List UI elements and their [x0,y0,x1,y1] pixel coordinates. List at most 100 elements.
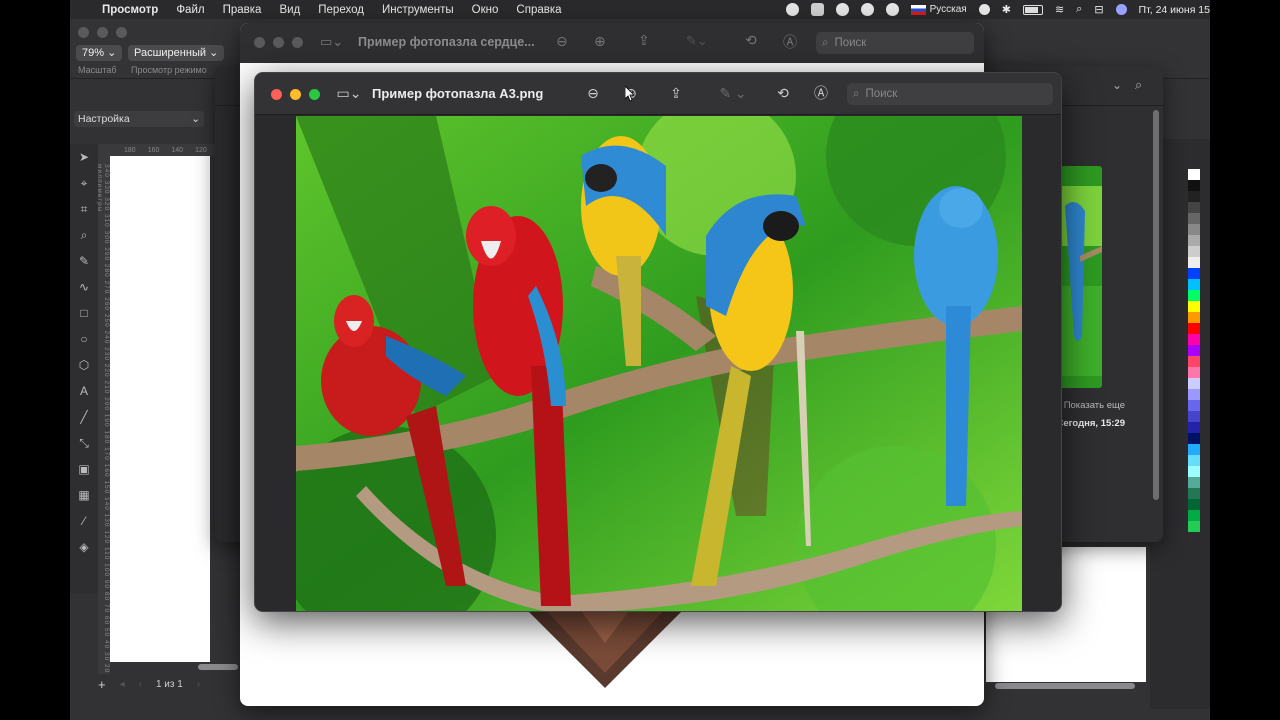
menu-tools[interactable]: Инструменты [382,4,454,16]
menu-file[interactable]: Файл [176,4,204,16]
parrots-photo[interactable] [296,116,1022,611]
color-swatch[interactable] [1188,279,1200,290]
heart-close-button[interactable] [254,37,265,48]
control-center-icon[interactable]: ⊟ [1094,3,1103,16]
color-swatch[interactable] [1188,345,1200,356]
markup-icon[interactable]: ✎⌄ [686,33,708,49]
share-icon[interactable]: ⇪ [638,32,650,49]
fill-tool-icon[interactable]: ◈ [70,534,98,560]
color-swatch[interactable] [1188,411,1200,422]
clock[interactable]: Пт, 24 июня 15 [1139,4,1210,16]
markup-icon[interactable]: ✎ ⌄ [716,84,750,102]
color-swatch[interactable] [1188,268,1200,279]
color-swatch[interactable] [1188,235,1200,246]
sidebar-toggle-icon[interactable]: ▭⌄ [320,34,343,50]
color-swatch[interactable] [1188,257,1200,268]
minus-circle-icon[interactable] [860,3,874,16]
crop-tool-icon[interactable]: ⌗ [70,196,98,222]
search-field[interactable]: ⌕ Поиск [847,83,1053,105]
app-status-icon[interactable] [885,3,899,16]
document-canvas[interactable] [110,156,210,662]
mode-select[interactable]: Расширенный ⌄ [128,45,225,61]
file-preview-thumbnail[interactable] [1060,166,1102,388]
panel-select[interactable]: Настройка ⌄ [74,111,204,127]
color-swatch[interactable] [1188,422,1200,433]
color-swatch[interactable] [1188,444,1200,455]
zoom-in-icon[interactable]: ⊕ [594,33,606,50]
minimize-button[interactable] [290,89,301,100]
color-swatch[interactable] [1188,213,1200,224]
color-swatch[interactable] [1188,488,1200,499]
heart-zoom-button[interactable] [292,37,303,48]
color-swatch[interactable] [1188,433,1200,444]
color-swatch[interactable] [1188,323,1200,334]
menu-help[interactable]: Справка [516,4,561,16]
bluetooth-icon[interactable]: ✱ [1002,3,1011,16]
menu-window[interactable]: Окно [472,4,499,16]
color-swatch[interactable] [1188,180,1200,191]
annotate-icon[interactable]: Ⓐ [812,84,830,102]
show-more-link[interactable]: Показать еще [1064,400,1125,411]
text-tool-icon[interactable]: A [70,378,98,404]
first-page-icon[interactable]: ◂ [120,679,125,690]
info-icon[interactable] [978,4,990,15]
heart-minimize-button[interactable] [273,37,284,48]
rotate-icon[interactable]: ⟲ [745,32,757,49]
color-swatch[interactable] [1188,367,1200,378]
color-swatch[interactable] [1188,510,1200,521]
search-menubar-icon[interactable]: ⌕ [1076,3,1082,16]
zoom-select[interactable]: 79% ⌄ [76,45,123,61]
menu-view[interactable]: Вид [279,4,300,16]
shadow-tool-icon[interactable]: ▣ [70,456,98,482]
annotate-icon[interactable]: Ⓐ [783,32,797,52]
color-swatch[interactable] [1188,400,1200,411]
curve-tool-icon[interactable]: ∿ [70,274,98,300]
color-swatch[interactable] [1188,499,1200,510]
selection-tool-icon[interactable]: ➤ [70,144,98,170]
wifi-icon[interactable]: ≋ [1055,3,1064,16]
connector-tool-icon[interactable]: ⤡ [70,430,98,456]
zoom-out-icon[interactable]: ⊖ [584,84,602,102]
color-swatch[interactable] [1188,191,1200,202]
search-icon[interactable]: ⌕ [1135,77,1142,93]
battery-icon[interactable] [1022,4,1043,15]
pattern-tool-icon[interactable]: ▦ [70,482,98,508]
node-tool-icon[interactable]: ⌖ [70,170,98,196]
sidebar-toggle-icon[interactable]: ▭⌄ [335,84,363,102]
next-page-icon[interactable]: › [197,679,200,690]
color-swatch[interactable] [1188,389,1200,400]
creative-cloud-icon[interactable] [810,3,824,16]
ellipse-tool-icon[interactable]: ○ [70,326,98,352]
sync-icon[interactable] [835,3,849,16]
menu-go[interactable]: Переход [318,4,364,16]
right-horizontal-scrollbar[interactable] [995,683,1135,689]
line-tool-icon[interactable]: ╱ [70,404,98,430]
color-swatch[interactable] [1188,455,1200,466]
close-button[interactable] [271,89,282,100]
color-swatch[interactable] [1188,466,1200,477]
color-swatch[interactable] [1188,477,1200,488]
rotate-icon[interactable]: ⟲ [774,84,792,102]
pen-tool-icon[interactable]: ✎ [70,248,98,274]
color-swatch[interactable] [1188,356,1200,367]
color-swatch[interactable] [1188,301,1200,312]
color-swatch[interactable] [1188,169,1200,180]
eyedropper-tool-icon[interactable]: ⁄ [70,508,98,534]
editor-zoom-button[interactable] [116,27,127,38]
add-page-button[interactable]: + [98,677,106,692]
color-swatch[interactable] [1188,224,1200,235]
zoom-tool-icon[interactable]: ⌕ [70,222,98,248]
color-swatch[interactable] [1188,290,1200,301]
color-swatch[interactable] [1188,378,1200,389]
fullscreen-button[interactable] [309,89,320,100]
color-swatch[interactable] [1188,312,1200,323]
chevron-down-icon[interactable]: ⌄ [1112,78,1122,92]
rectangle-tool-icon[interactable]: □ [70,300,98,326]
editor-close-button[interactable] [78,27,89,38]
siri-icon[interactable] [1115,4,1127,15]
color-swatch[interactable] [1188,521,1200,532]
heart-search-field[interactable]: ⌕ Поиск [816,32,974,54]
menu-app-name[interactable]: Просмотр [102,4,158,16]
record-icon[interactable] [785,3,799,16]
menu-edit[interactable]: Правка [223,4,262,16]
